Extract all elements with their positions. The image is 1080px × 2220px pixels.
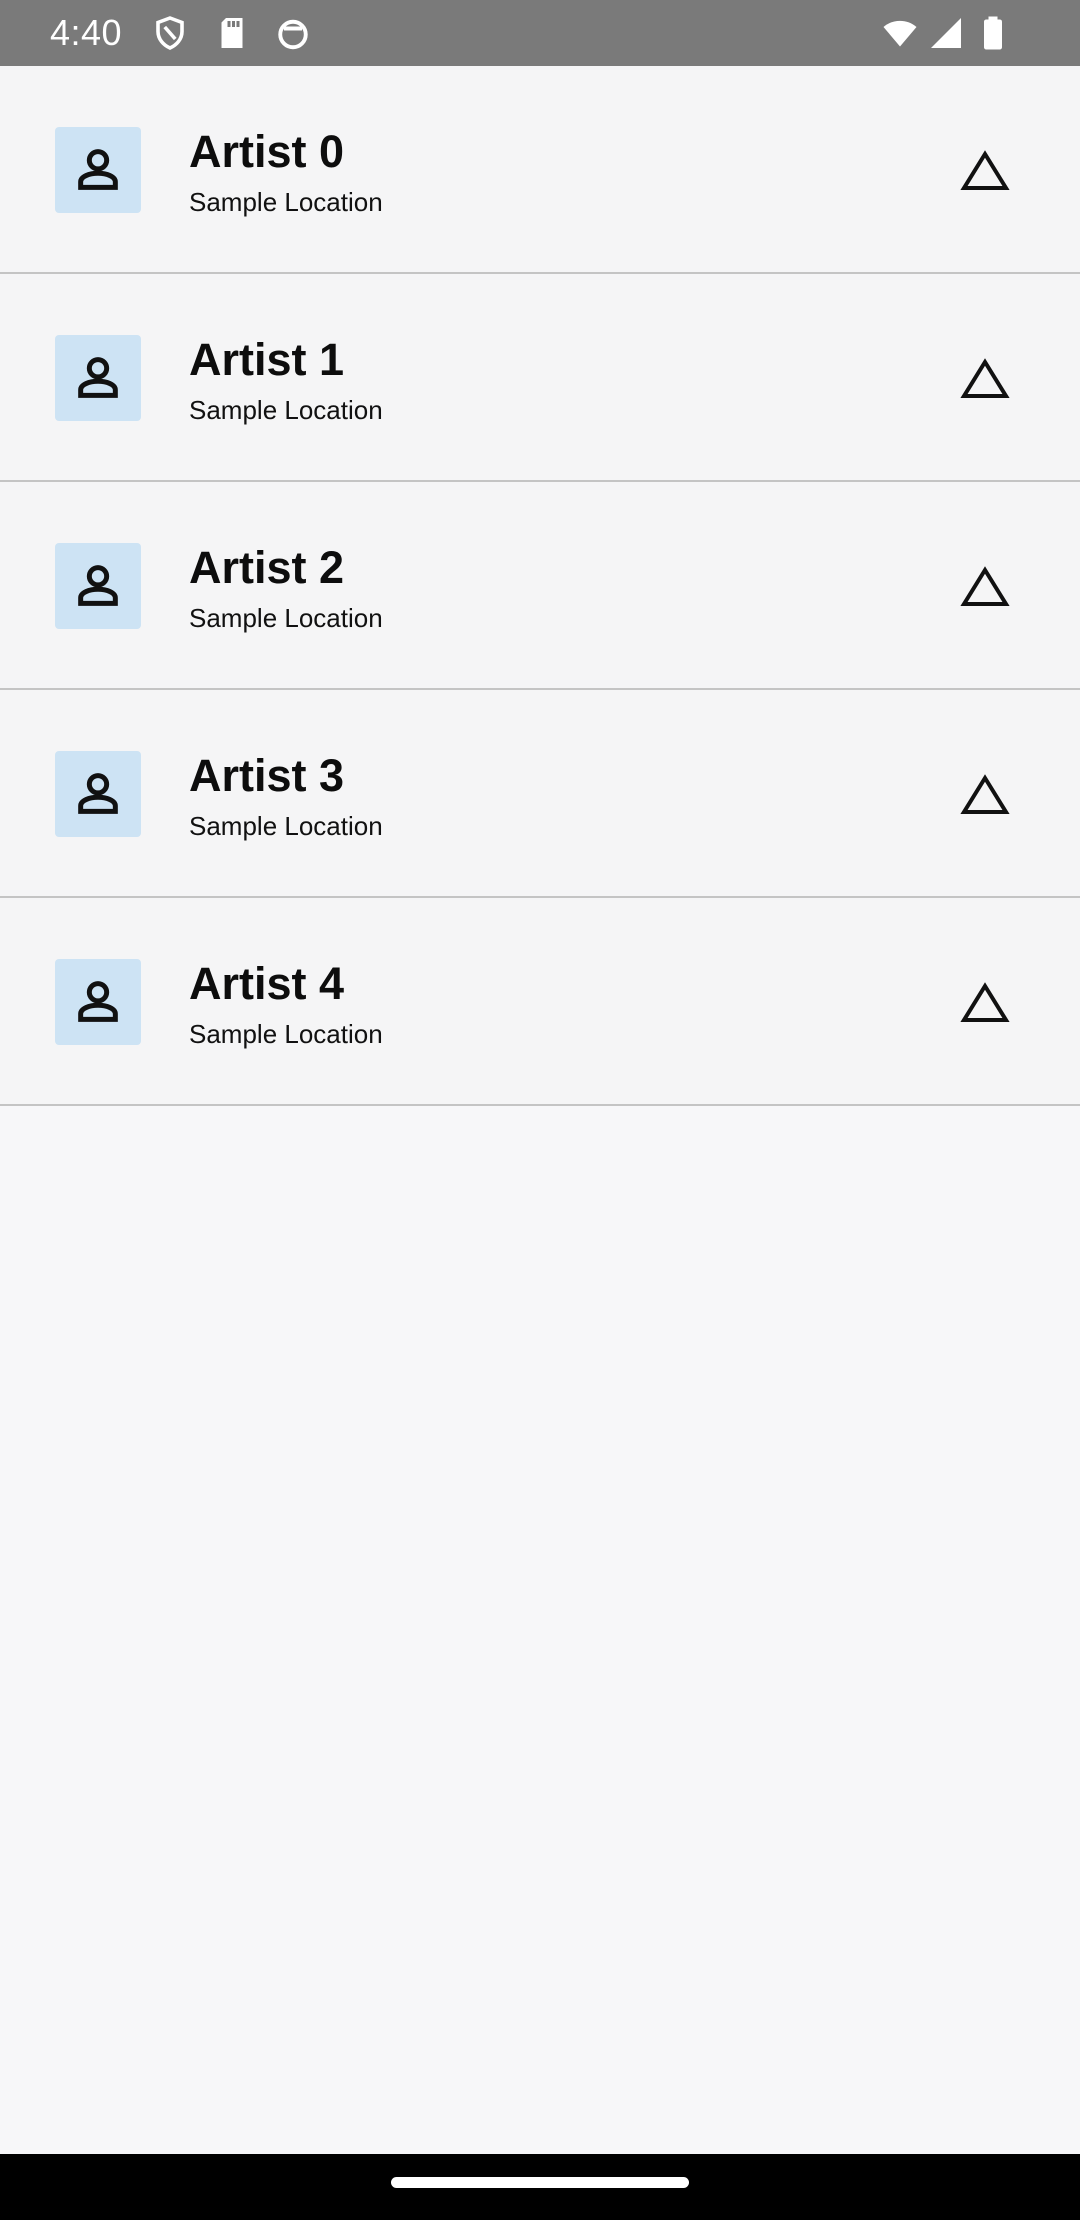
cellular-signal-icon: [928, 15, 964, 51]
avatar: [55, 335, 141, 421]
triangle-up-icon[interactable]: [960, 772, 1010, 818]
person-icon: [78, 149, 118, 190]
item-subtitle: Sample Location: [189, 395, 383, 425]
sync-icon: [275, 15, 311, 51]
person-icon: [78, 565, 118, 606]
item-title: Artist 1: [189, 334, 345, 385]
item-subtitle: Sample Location: [189, 187, 383, 217]
artist-list: Artist 0 Sample Location Artist 1 Sample…: [0, 66, 1080, 1106]
navigation-bar: [0, 2154, 1080, 2220]
list-item[interactable]: Artist 3 Sample Location: [0, 690, 1080, 898]
avatar: [55, 127, 141, 213]
person-icon: [78, 981, 118, 1022]
item-subtitle: Sample Location: [189, 811, 383, 841]
item-title: Artist 0: [189, 126, 345, 177]
list-item[interactable]: Artist 0 Sample Location: [0, 66, 1080, 274]
avatar: [55, 959, 141, 1045]
avatar: [55, 751, 141, 837]
shield-icon: [152, 15, 188, 51]
item-subtitle: Sample Location: [189, 603, 383, 633]
person-icon: [78, 357, 118, 398]
item-title: Artist 2: [189, 542, 345, 593]
triangle-up-icon[interactable]: [960, 356, 1010, 402]
status-time: 4:40: [50, 12, 123, 53]
person-icon: [78, 773, 118, 814]
triangle-up-icon[interactable]: [960, 148, 1010, 194]
wifi-icon: [880, 15, 920, 51]
battery-icon: [978, 15, 1008, 51]
list-item[interactable]: Artist 1 Sample Location: [0, 274, 1080, 482]
list-item[interactable]: Artist 2 Sample Location: [0, 482, 1080, 690]
item-title: Artist 4: [189, 958, 345, 1009]
list-item[interactable]: Artist 4 Sample Location: [0, 898, 1080, 1106]
item-subtitle: Sample Location: [189, 1019, 383, 1049]
triangle-up-icon[interactable]: [960, 980, 1010, 1026]
home-handle[interactable]: [391, 2177, 689, 2188]
status-bar: 4:40: [0, 0, 1080, 66]
avatar: [55, 543, 141, 629]
triangle-up-icon[interactable]: [960, 564, 1010, 610]
sd-card-icon: [214, 15, 250, 51]
item-title: Artist 3: [189, 750, 345, 801]
